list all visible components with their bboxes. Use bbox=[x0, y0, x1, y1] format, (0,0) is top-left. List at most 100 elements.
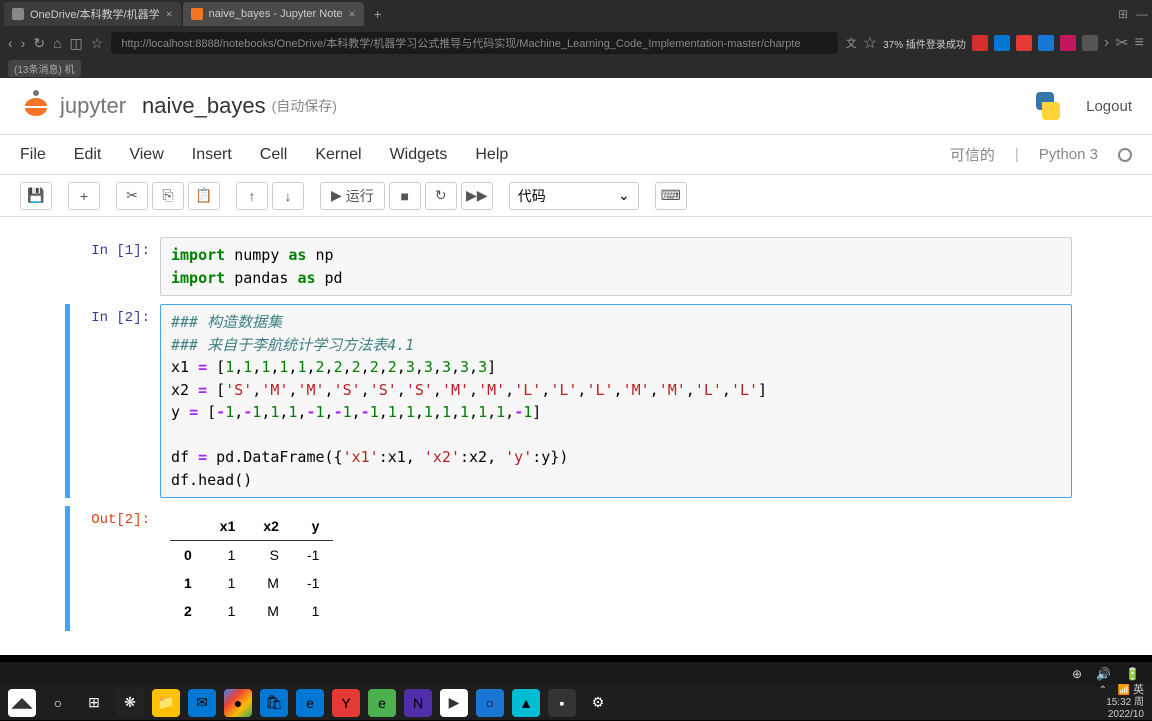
kernel-name[interactable]: Python 3 bbox=[1039, 146, 1098, 163]
new-tab-button[interactable]: + bbox=[366, 6, 390, 22]
refresh-icon[interactable]: ↻ bbox=[33, 35, 45, 52]
status-text: 37% 插件登录成功 bbox=[883, 36, 966, 51]
system-tray: ⊕ 🔊 🔋 bbox=[0, 662, 1152, 685]
fast-forward-button[interactable]: ▶▶ bbox=[461, 182, 493, 210]
menu-file[interactable]: File bbox=[20, 146, 46, 164]
wifi-icon[interactable]: 📶 bbox=[1118, 685, 1130, 696]
toolbar: 💾 + ✂ ⎘ 📋 ↑ ↓ ▶ 运行 ■ ↻ ▶▶ 代码 ⌄ ⌨ bbox=[0, 175, 1152, 217]
taskbar: ◢◣ ○ ⊞ ❋ 📁 ✉ ● 🛍 e Y e N ▶ ○ ▲ ▪ ⚙ ⌃ 📶 英… bbox=[0, 685, 1152, 720]
tab-title: naive_bayes - Jupyter Note bbox=[209, 8, 343, 20]
menu-edit[interactable]: Edit bbox=[74, 146, 102, 164]
menu-view[interactable]: View bbox=[129, 146, 163, 164]
tray-icon[interactable]: ⊕ bbox=[1072, 667, 1082, 681]
note-icon[interactable]: ◫ bbox=[70, 35, 83, 52]
tab-favicon bbox=[12, 8, 24, 20]
app-icon[interactable]: N bbox=[404, 689, 432, 717]
code-editor[interactable]: import numpy as np import pandas as pd bbox=[160, 237, 1072, 296]
python-logo-icon bbox=[1030, 88, 1066, 124]
menu-kernel[interactable]: Kernel bbox=[315, 146, 361, 164]
forward-icon[interactable]: › bbox=[21, 35, 26, 52]
extension-icon[interactable] bbox=[1082, 35, 1098, 51]
notebook-title[interactable]: naive_bayes bbox=[142, 93, 266, 119]
browser-tab[interactable]: OneDrive/本科教学/机器学 × bbox=[4, 2, 181, 26]
table-row: 21M1 bbox=[170, 597, 333, 625]
copy-button[interactable]: ⎘ bbox=[152, 182, 184, 210]
settings-icon[interactable]: ⚙ bbox=[584, 689, 612, 717]
run-button[interactable]: ▶ 运行 bbox=[320, 182, 385, 210]
dataframe-table: x1 x2 y 01S-111M-121M1 bbox=[170, 512, 333, 625]
table-header: x1 bbox=[206, 512, 250, 541]
app-icon[interactable]: e bbox=[368, 689, 396, 717]
menu-insert[interactable]: Insert bbox=[192, 146, 232, 164]
taskbar-clock[interactable]: ⌃ 📶 英 15:32 周 2022/10 bbox=[1099, 684, 1144, 721]
home-icon[interactable]: ⌂ bbox=[53, 35, 61, 52]
extension-icon[interactable] bbox=[994, 35, 1010, 51]
volume-icon[interactable]: 🔊 bbox=[1096, 667, 1111, 681]
stop-button[interactable]: ■ bbox=[389, 182, 421, 210]
code-cell[interactable]: In [1]: import numpy as np import pandas… bbox=[70, 237, 1072, 296]
task-view-button[interactable]: ⊞ bbox=[80, 689, 108, 717]
move-up-button[interactable]: ↑ bbox=[236, 182, 268, 210]
bookmark-bar: (13条消息) 机 bbox=[0, 58, 1152, 78]
chevron-down-icon: ⌄ bbox=[618, 187, 630, 204]
minimize-icon[interactable]: — bbox=[1136, 7, 1148, 21]
start-button[interactable]: ◢◣ bbox=[8, 689, 36, 717]
file-explorer-icon[interactable]: 📁 bbox=[152, 689, 180, 717]
close-icon[interactable]: × bbox=[166, 7, 173, 21]
browser-address-bar: ‹ › ↻ ⌂ ◫ ☆ http://localhost:8888/notebo… bbox=[0, 28, 1152, 58]
app-icon[interactable]: ○ bbox=[476, 689, 504, 717]
input-prompt: In [2]: bbox=[70, 304, 160, 498]
output-cell: Out[2]: x1 x2 y 01S-111M-121M1 bbox=[70, 506, 1072, 631]
command-palette-button[interactable]: ⌨ bbox=[655, 182, 687, 210]
bookmark-star-icon[interactable]: ☆ bbox=[863, 33, 877, 53]
scissors-icon[interactable]: ✂ bbox=[1115, 33, 1128, 53]
table-row: 11M-1 bbox=[170, 569, 333, 597]
star-icon[interactable]: ☆ bbox=[91, 35, 104, 52]
sidebar-toggle-icon[interactable]: ⊞ bbox=[1118, 7, 1128, 21]
save-button[interactable]: 💾 bbox=[20, 182, 52, 210]
table-header: x2 bbox=[249, 512, 293, 541]
cut-button[interactable]: ✂ bbox=[116, 182, 148, 210]
menu-widgets[interactable]: Widgets bbox=[390, 146, 448, 164]
store-icon[interactable]: 🛍 bbox=[260, 689, 288, 717]
app-icon[interactable]: ▲ bbox=[512, 689, 540, 717]
cell-type-select[interactable]: 代码 ⌄ bbox=[509, 182, 639, 210]
move-down-button[interactable]: ↓ bbox=[272, 182, 304, 210]
extension-icon[interactable] bbox=[972, 35, 988, 51]
add-cell-button[interactable]: + bbox=[68, 182, 100, 210]
notebook-body[interactable]: In [1]: import numpy as np import pandas… bbox=[0, 217, 1152, 655]
output-area: x1 x2 y 01S-111M-121M1 bbox=[160, 506, 343, 631]
translate-icon[interactable]: 文 bbox=[846, 35, 857, 51]
extension-icon[interactable] bbox=[1038, 35, 1054, 51]
trusted-label[interactable]: 可信的 bbox=[950, 144, 995, 165]
menu-icon[interactable]: ≡ bbox=[1135, 34, 1144, 52]
jupyter-logo[interactable]: jupyter bbox=[20, 90, 126, 122]
browser-tab-active[interactable]: naive_bayes - Jupyter Note × bbox=[183, 2, 364, 26]
search-button[interactable]: ○ bbox=[44, 689, 72, 717]
back-icon[interactable]: ‹ bbox=[8, 35, 13, 52]
extension-icon[interactable] bbox=[1016, 35, 1032, 51]
mail-icon[interactable]: ✉ bbox=[188, 689, 216, 717]
browser-icon[interactable]: ● bbox=[224, 689, 252, 717]
output-prompt: Out[2]: bbox=[70, 506, 160, 631]
logout-button[interactable]: Logout bbox=[1086, 98, 1132, 115]
ime-lang[interactable]: 英 bbox=[1133, 684, 1144, 696]
app-icon[interactable]: ▶ bbox=[440, 689, 468, 717]
app-icon[interactable]: Y bbox=[332, 689, 360, 717]
restart-button[interactable]: ↻ bbox=[425, 182, 457, 210]
code-editor[interactable]: ### 构造数据集 ### 来自于李航统计学习方法表4.1 x1 = [1,1,… bbox=[160, 304, 1072, 498]
url-input[interactable]: http://localhost:8888/notebooks/OneDrive… bbox=[111, 32, 837, 54]
battery-icon[interactable]: 🔋 bbox=[1125, 667, 1140, 681]
app-icon[interactable]: ❋ bbox=[116, 689, 144, 717]
extension-icon[interactable] bbox=[1060, 35, 1076, 51]
terminal-icon[interactable]: ▪ bbox=[548, 689, 576, 717]
bookmark-item[interactable]: (13条消息) 机 bbox=[8, 60, 81, 77]
more-extensions-icon[interactable]: › bbox=[1104, 34, 1109, 52]
menu-help[interactable]: Help bbox=[475, 146, 508, 164]
close-icon[interactable]: × bbox=[349, 7, 356, 21]
edge-icon[interactable]: e bbox=[296, 689, 324, 717]
menu-cell[interactable]: Cell bbox=[260, 146, 288, 164]
code-cell-selected[interactable]: In [2]: ### 构造数据集 ### 来自于李航统计学习方法表4.1 x1… bbox=[70, 304, 1072, 498]
ime-chevron-icon[interactable]: ⌃ bbox=[1099, 685, 1107, 696]
paste-button[interactable]: 📋 bbox=[188, 182, 220, 210]
